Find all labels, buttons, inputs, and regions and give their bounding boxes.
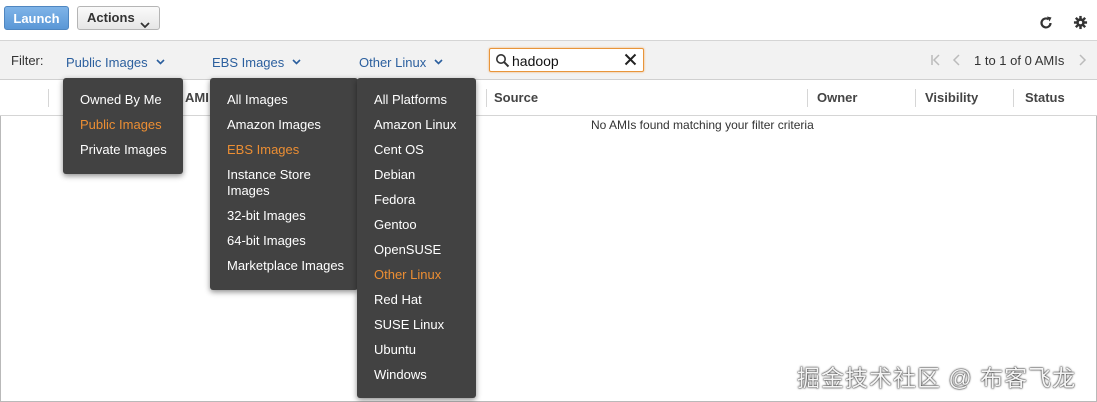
menu-item-amazon-images[interactable]: Amazon Images <box>227 117 321 133</box>
pagination-text: 1 to 1 of 0 AMIs <box>974 53 1065 68</box>
menu-item-gentoo[interactable]: Gentoo <box>374 217 417 233</box>
chevron-down-icon <box>140 14 150 36</box>
column-header-owner[interactable]: Owner <box>817 90 857 105</box>
platform-menu: All Platforms Amazon Linux Cent OS Debia… <box>357 78 476 398</box>
menu-item-amazon-linux[interactable]: Amazon Linux <box>374 117 456 133</box>
menu-item-fedora[interactable]: Fedora <box>374 192 415 208</box>
menu-item-all-platforms[interactable]: All Platforms <box>374 92 447 108</box>
menu-item-32-bit-images[interactable]: 32-bit Images <box>227 208 306 224</box>
menu-item-all-images[interactable]: All Images <box>227 92 288 108</box>
filter-bar: Filter: Public Images EBS Images Other L… <box>0 41 1097 80</box>
menu-item-other-linux[interactable]: Other Linux <box>374 267 441 283</box>
menu-item-public-images[interactable]: Public Images <box>80 117 162 133</box>
image-type-dropdown[interactable]: EBS Images <box>212 53 301 70</box>
watermark-text: 掘金技术社区 @ 布客飞龙 <box>797 365 1077 391</box>
platform-dropdown-label: Other Linux <box>359 55 427 70</box>
next-page-icon[interactable] <box>1077 54 1087 69</box>
visibility-menu: Owned By Me Public Images Private Images <box>63 78 183 174</box>
clear-search-icon[interactable] <box>624 53 637 69</box>
menu-item-debian[interactable]: Debian <box>374 167 415 183</box>
menu-item-owned-by-me[interactable]: Owned By Me <box>80 92 162 108</box>
chevron-down-icon <box>434 53 443 68</box>
column-divider <box>1013 89 1014 107</box>
prev-page-icon[interactable] <box>952 54 962 69</box>
column-divider <box>915 89 916 107</box>
column-header-visibility[interactable]: Visibility <box>925 90 978 105</box>
menu-item-ubuntu[interactable]: Ubuntu <box>374 342 416 358</box>
column-divider <box>486 89 487 107</box>
menu-item-red-hat[interactable]: Red Hat <box>374 292 422 308</box>
menu-item-cent-os[interactable]: Cent OS <box>374 142 424 158</box>
visibility-dropdown[interactable]: Public Images <box>66 53 165 70</box>
toolbar: Launch Actions <box>0 0 1097 41</box>
visibility-dropdown-label: Public Images <box>66 55 148 70</box>
image-type-dropdown-label: EBS Images <box>212 55 285 70</box>
image-type-menu: All Images Amazon Images EBS Images Inst… <box>210 78 358 290</box>
platform-dropdown[interactable]: Other Linux <box>359 53 443 70</box>
menu-item-windows[interactable]: Windows <box>374 367 427 383</box>
menu-item-suse-linux[interactable]: SUSE Linux <box>374 317 444 333</box>
menu-item-instance-store-images[interactable]: Instance Store <box>227 167 311 183</box>
chevron-down-icon <box>156 53 165 68</box>
column-divider <box>807 89 808 107</box>
empty-table-message: No AMIs found matching your filter crite… <box>591 118 814 132</box>
first-page-icon[interactable] <box>930 54 942 69</box>
filter-label: Filter: <box>11 53 44 68</box>
menu-item-opensuse[interactable]: OpenSUSE <box>374 242 441 258</box>
menu-item-instance-store-images-line2[interactable]: Images <box>227 183 270 199</box>
refresh-icon[interactable] <box>1038 15 1054 34</box>
search-icon <box>495 53 510 71</box>
menu-item-64-bit-images[interactable]: 64-bit Images <box>227 233 306 249</box>
column-header-source[interactable]: Source <box>494 90 538 105</box>
column-header-ami[interactable]: AMI <box>185 90 209 105</box>
launch-button[interactable]: Launch <box>4 6 69 30</box>
chevron-down-icon <box>292 53 301 68</box>
gear-icon[interactable] <box>1073 15 1088 33</box>
menu-item-private-images[interactable]: Private Images <box>80 142 167 158</box>
menu-item-marketplace-images[interactable]: Marketplace Images <box>227 258 344 274</box>
column-header-status[interactable]: Status <box>1025 90 1065 105</box>
actions-button[interactable]: Actions <box>77 6 160 30</box>
search-input[interactable]: hadoop <box>489 48 644 72</box>
menu-item-ebs-images[interactable]: EBS Images <box>227 142 299 158</box>
actions-button-label: Actions <box>87 10 135 25</box>
column-divider <box>48 89 49 107</box>
search-value: hadoop <box>512 53 559 69</box>
